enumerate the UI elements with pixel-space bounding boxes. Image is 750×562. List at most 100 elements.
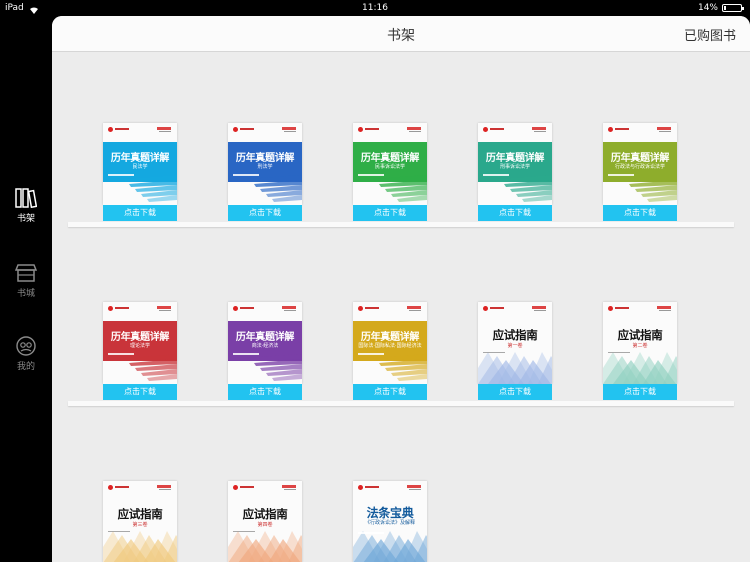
bookshelf-icon: [0, 188, 52, 208]
purchased-books-button[interactable]: 已购图书: [684, 25, 736, 44]
cover-author-line: [358, 532, 384, 534]
download-button[interactable]: 点击下载: [603, 205, 677, 221]
publisher-logo: [240, 128, 254, 130]
book-cover[interactable]: 历年真题详解 民事诉讼法学: [353, 123, 427, 205]
book-subtitle: 商法·经济法: [251, 343, 279, 349]
publisher-logo: [282, 306, 296, 309]
book-cover[interactable]: 历年真题详解 理论法学: [103, 302, 177, 384]
sidebar-item-label: 书城: [16, 289, 35, 299]
publisher-logo: [108, 127, 113, 132]
publisher-logo: [284, 131, 296, 132]
book-item[interactable]: 应试指南第三卷点击下载: [103, 481, 177, 562]
book-item[interactable]: 历年真题详解 刑事诉讼法学 点击下载: [478, 123, 552, 221]
profile-icon: [0, 336, 52, 356]
download-button[interactable]: 点击下载: [228, 205, 302, 221]
publisher-logo: [159, 310, 171, 311]
book-subtitle: 行政法与行政诉讼法学: [614, 164, 665, 170]
publisher-logo: [157, 306, 171, 309]
download-button[interactable]: 点击下载: [353, 384, 427, 400]
book-cover[interactable]: 历年真题详解 行政法与行政诉讼法学: [603, 123, 677, 205]
book-subtitle: 第三卷: [132, 522, 148, 528]
book-item[interactable]: 历年真题详解 民法学 点击下载: [103, 123, 177, 221]
publisher-logo: [157, 127, 171, 130]
publisher-logo: [532, 127, 546, 130]
battery-percent: 14%: [697, 3, 718, 13]
publisher-logo: [108, 306, 113, 311]
book-title: 历年真题详解: [235, 332, 295, 343]
book-title: 历年真题详解: [485, 153, 545, 164]
book-title: 应试指南: [492, 328, 538, 342]
book-item[interactable]: 法条宝典《行政诉讼法》及解释点击下载: [353, 481, 427, 562]
cover-author-line: [108, 353, 134, 355]
cover-stripes: [248, 354, 302, 381]
book-title: 历年真题详解: [110, 332, 170, 343]
sidebar-item-bookshelf[interactable]: 书架: [0, 188, 52, 224]
book-subtitle: 民事诉讼法学: [374, 164, 405, 170]
book-cover[interactable]: 法条宝典 《行政诉讼法》及解释: [353, 481, 427, 562]
cover-author-line: [233, 531, 255, 532]
publisher-logo: [483, 127, 488, 132]
book-cover[interactable]: 历年真题详解 刑事诉讼法学: [478, 123, 552, 205]
cover-author-line: [483, 174, 509, 176]
publisher-logo: [615, 128, 629, 130]
book-cover[interactable]: 应试指南 第一卷: [478, 302, 552, 384]
book-cover[interactable]: 应试指南 第四卷: [228, 481, 302, 562]
sidebar-item-label: 我的: [16, 362, 35, 372]
status-bar: iPad 11:16 14%: [0, 0, 750, 16]
publisher-logo: [659, 131, 671, 132]
download-button[interactable]: 点击下载: [353, 205, 427, 221]
clock: 11:16: [362, 3, 388, 13]
cover-author-line: [358, 174, 384, 176]
book-cover[interactable]: 历年真题详解 商法·经济法: [228, 302, 302, 384]
cover-author-line: [608, 174, 634, 176]
battery-indicator: 14%: [697, 0, 744, 16]
sidebar-item-mine[interactable]: 我的: [0, 336, 52, 372]
sidebar: 书架 书城 我的: [0, 16, 52, 562]
cover-author-line: [483, 352, 505, 353]
cover-stripes: [498, 175, 552, 202]
book-item[interactable]: 历年真题详解 刑法学 点击下载: [228, 123, 302, 221]
book-cover[interactable]: 应试指南 第三卷: [103, 481, 177, 562]
book-item[interactable]: 历年真题详解 理论法学 点击下载: [103, 302, 177, 400]
book-subtitle: 民法学: [132, 164, 148, 170]
main-panel: 书架 已购图书 历年真题详解 民法学 点击下载 历年真题详解 刑法学 点击下载 历年真题详解…: [52, 16, 750, 562]
cover-author-line: [108, 531, 130, 532]
publisher-logo: [365, 307, 379, 309]
download-button[interactable]: 点击下载: [478, 205, 552, 221]
book-item[interactable]: 历年真题详解 民事诉讼法学 点击下载: [353, 123, 427, 221]
publisher-logo: [534, 131, 546, 132]
cover-author-line: [608, 352, 630, 353]
book-cover[interactable]: 应试指南 第二卷: [603, 302, 677, 384]
publisher-logo: [490, 128, 504, 130]
publisher-logo: [365, 128, 379, 130]
publisher-logo: [233, 127, 238, 132]
publisher-logo: [358, 306, 363, 311]
publisher-logo: [409, 131, 421, 132]
book-subtitle: 第一卷: [507, 343, 523, 349]
download-button[interactable]: 点击下载: [228, 384, 302, 400]
book-cover[interactable]: 历年真题详解 刑法学: [228, 123, 302, 205]
book-item[interactable]: 应试指南第四卷点击下载: [228, 481, 302, 562]
download-button[interactable]: 点击下载: [103, 205, 177, 221]
publisher-logo: [284, 310, 296, 311]
battery-icon: [722, 4, 744, 12]
sidebar-item-store[interactable]: 书城: [0, 263, 52, 299]
book-item[interactable]: 应试指南 第二卷 点击下载: [603, 302, 677, 400]
cover-stripes: [123, 354, 177, 381]
book-item[interactable]: 历年真题详解 行政法与行政诉讼法学 点击下载: [603, 123, 677, 221]
book-title: 历年真题详解: [360, 153, 420, 164]
download-button[interactable]: 点击下载: [603, 384, 677, 400]
cover-stripes: [623, 175, 677, 202]
download-button[interactable]: 点击下载: [478, 384, 552, 400]
download-button[interactable]: 点击下载: [103, 384, 177, 400]
book-item[interactable]: 历年真题详解 国际法·国际私法·国际经济法 点击下载: [353, 302, 427, 400]
book-cover[interactable]: 历年真题详解 民法学: [103, 123, 177, 205]
book-title: 历年真题详解: [110, 153, 170, 164]
book-item[interactable]: 历年真题详解 商法·经济法 点击下载: [228, 302, 302, 400]
book-cover[interactable]: 历年真题详解 国际法·国际私法·国际经济法: [353, 302, 427, 384]
book-item[interactable]: 应试指南 第一卷 点击下载: [478, 302, 552, 400]
cover-author-line: [233, 353, 259, 355]
shelf-divider: [68, 401, 734, 406]
cover-stripes: [373, 175, 427, 202]
cover-stripes: [123, 175, 177, 202]
